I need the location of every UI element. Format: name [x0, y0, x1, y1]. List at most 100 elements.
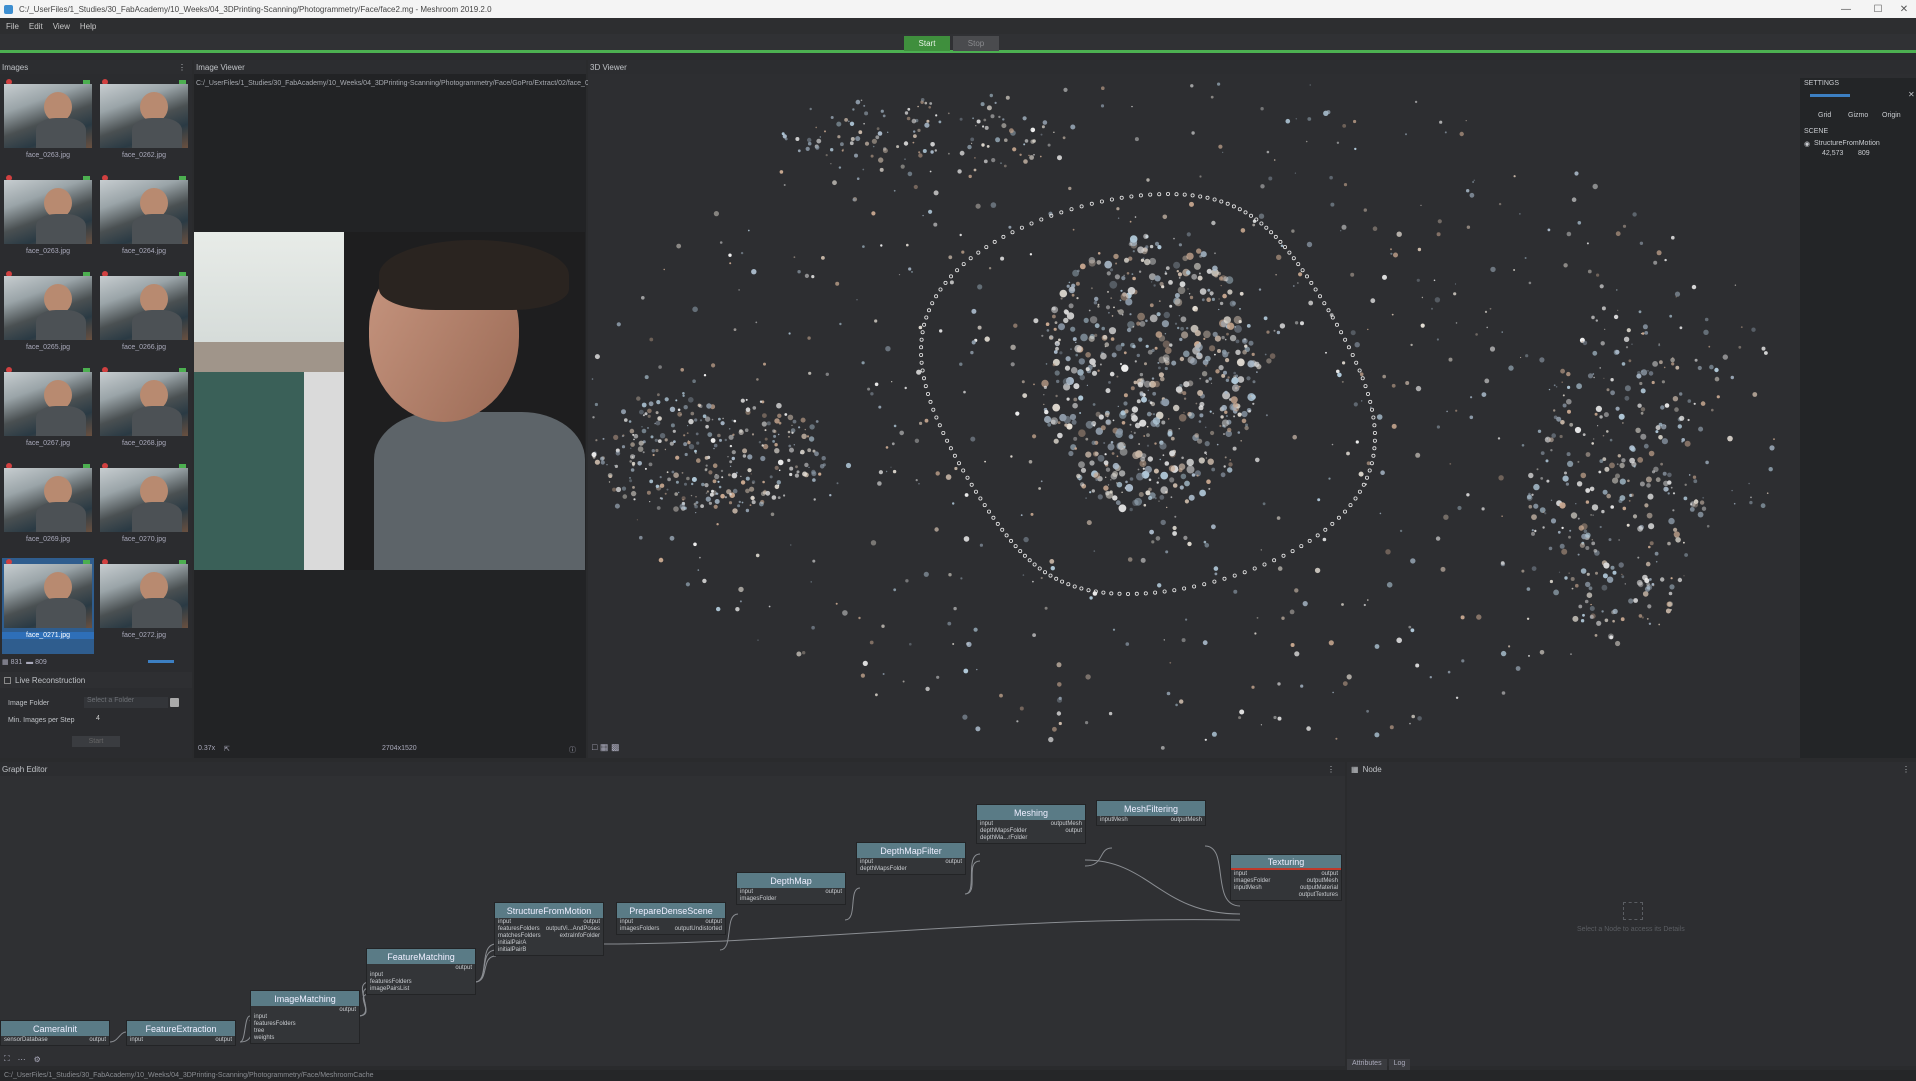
port[interactable]: input — [1234, 871, 1270, 878]
minimize-icon[interactable]: — — [1831, 0, 1861, 18]
min-images-stepper[interactable]: 4 — [96, 715, 100, 722]
port[interactable]: output — [546, 919, 600, 926]
port[interactable]: tree — [254, 1028, 356, 1035]
thumbnail[interactable]: face_0268.jpg — [98, 366, 190, 462]
eye-icon[interactable]: ◉ — [1804, 140, 1810, 148]
port[interactable]: outputMesh — [1171, 817, 1202, 824]
port[interactable]: initialPairB — [498, 947, 541, 954]
node-depth-map[interactable]: DepthMap input imagesFolder output — [736, 872, 846, 905]
port[interactable]: output — [370, 965, 472, 972]
fit-view-icon[interactable]: ⛶ — [4, 1054, 10, 1064]
gizmo-toggle[interactable]: Gizmo — [1848, 112, 1868, 119]
port[interactable]: input — [860, 859, 907, 866]
port[interactable]: matchesFolders — [498, 933, 541, 940]
graph-options-icon[interactable]: ⋮ — [1327, 765, 1335, 774]
port[interactable]: outputMesh — [1051, 821, 1082, 828]
graph-editor[interactable]: CameraInit sensorDatabase output FeatureE… — [0, 776, 1345, 1066]
viewer-3d[interactable]: □ ▦ ▩ SETTINGS ✕ Grid Gizmo Origin SCENE… — [588, 74, 1916, 758]
port[interactable]: outputMesh — [1299, 878, 1338, 885]
node-image-matching[interactable]: ImageMatching output input featuresFolde… — [250, 990, 360, 1044]
port[interactable]: imagesFolder — [740, 896, 776, 903]
port[interactable]: initialPairA — [498, 940, 541, 947]
node-structure-from-motion[interactable]: StructureFromMotion input featuresFolder… — [494, 902, 604, 956]
thumbnail-size-slider[interactable] — [148, 660, 174, 663]
port[interactable]: extraInfoFolder — [546, 933, 600, 940]
thumbnail[interactable]: face_0265.jpg — [2, 270, 94, 366]
node-camera-init[interactable]: CameraInit sensorDatabase output — [0, 1020, 110, 1046]
menu-file[interactable]: File — [6, 22, 19, 31]
node-texturing[interactable]: Texturing input imagesFolder inputMesh o… — [1230, 854, 1342, 901]
node-meshing[interactable]: Meshing input depthMapsFolder depthMa...… — [976, 804, 1086, 844]
menu-view[interactable]: View — [53, 22, 70, 31]
close-icon[interactable]: ✕ — [1889, 0, 1916, 18]
port[interactable]: output — [254, 1007, 356, 1014]
thumbnail[interactable]: face_0267.jpg — [2, 366, 94, 462]
port[interactable]: sensorDatabase — [4, 1037, 48, 1044]
port[interactable]: input — [740, 889, 776, 896]
thumbnail[interactable]: face_0272.jpg — [98, 558, 190, 654]
port[interactable]: output — [215, 1037, 232, 1044]
origin-toggle[interactable]: Origin — [1882, 112, 1901, 119]
port[interactable]: imagePairsList — [370, 986, 472, 993]
thumbnail[interactable]: face_0266.jpg — [98, 270, 190, 366]
view-mode-icons[interactable]: □ ▦ ▩ — [592, 742, 619, 753]
port[interactable]: depthMa...rFolder — [980, 835, 1027, 842]
port[interactable]: inputMesh — [1234, 885, 1270, 892]
port[interactable]: output — [825, 889, 842, 903]
port[interactable]: input — [370, 972, 472, 979]
port[interactable]: input — [498, 919, 541, 926]
port[interactable]: input — [980, 821, 1027, 828]
menu-help[interactable]: Help — [80, 22, 96, 31]
folder-icon[interactable] — [170, 698, 179, 707]
settings-gear-icon[interactable]: ⚙ — [34, 1055, 41, 1064]
port[interactable]: imagesFolders — [620, 926, 659, 933]
port[interactable]: input — [620, 919, 659, 926]
image-folder-input[interactable]: Select a Folder — [84, 697, 168, 708]
port[interactable]: output — [89, 1037, 106, 1044]
port[interactable]: weights — [254, 1035, 356, 1042]
port[interactable]: depthMapsFolder — [980, 828, 1027, 835]
live-start-button[interactable]: Start — [72, 736, 120, 747]
port[interactable]: input — [254, 1014, 356, 1021]
thumbnail[interactable]: face_0263.jpg — [2, 174, 94, 270]
port[interactable]: outputTextures — [1299, 892, 1338, 899]
port[interactable]: featuresFolders — [254, 1021, 356, 1028]
node-options-icon[interactable]: ⋮ — [1902, 765, 1910, 774]
node-depth-map-filter[interactable]: DepthMapFilter input depthMapsFolder out… — [856, 842, 966, 875]
port[interactable]: output — [675, 919, 722, 926]
port[interactable]: outputVi...AndPoses — [546, 926, 600, 933]
port[interactable]: input — [130, 1037, 143, 1044]
thumbnail[interactable]: face_0263.jpg — [2, 78, 94, 174]
port[interactable]: featuresFolders — [370, 979, 472, 986]
stop-button[interactable]: Stop — [953, 36, 999, 51]
thumbnail[interactable]: face_0262.jpg — [98, 78, 190, 174]
port[interactable]: output — [1299, 871, 1338, 878]
viewer-photo[interactable] — [194, 232, 585, 570]
fit-icon[interactable]: ⇱ — [224, 745, 230, 753]
grid-toggle[interactable]: Grid — [1818, 112, 1831, 119]
node-prepare-dense-scene[interactable]: PrepareDenseScene input imagesFolders ou… — [616, 902, 726, 935]
menu-edit[interactable]: Edit — [29, 22, 43, 31]
port[interactable]: output — [1051, 828, 1082, 835]
port[interactable]: outputMaterial — [1299, 885, 1338, 892]
port[interactable]: inputMesh — [1100, 817, 1128, 824]
live-reconstruction-checkbox[interactable] — [4, 676, 11, 684]
port[interactable]: featuresFolders — [498, 926, 541, 933]
port[interactable]: depthMapsFolder — [860, 866, 907, 873]
port[interactable]: output — [945, 859, 962, 873]
thumbnail[interactable]: face_0269.jpg — [2, 462, 94, 558]
scene-item[interactable]: StructureFromMotion — [1814, 140, 1880, 147]
point-size-slider[interactable] — [1810, 94, 1850, 97]
node-feature-matching[interactable]: FeatureMatching output input featuresFol… — [366, 948, 476, 995]
more-options-icon[interactable]: ⋮ — [178, 63, 186, 72]
thumbnail[interactable]: face_0270.jpg — [98, 462, 190, 558]
thumbnail-selected[interactable]: face_0271.jpg — [2, 558, 94, 654]
more-icon[interactable]: ⋯ — [18, 1055, 26, 1064]
thumbnail[interactable]: face_0264.jpg — [98, 174, 190, 270]
live-reconstruction-header[interactable]: Live Reconstruction — [0, 672, 192, 688]
info-icon[interactable]: ⓘ — [569, 745, 576, 755]
close-settings-icon[interactable]: ✕ — [1908, 90, 1915, 99]
port[interactable]: outputUndistorted — [675, 926, 722, 933]
start-button[interactable]: Start — [904, 36, 950, 51]
node-mesh-filtering[interactable]: MeshFiltering inputMesh outputMesh — [1096, 800, 1206, 826]
